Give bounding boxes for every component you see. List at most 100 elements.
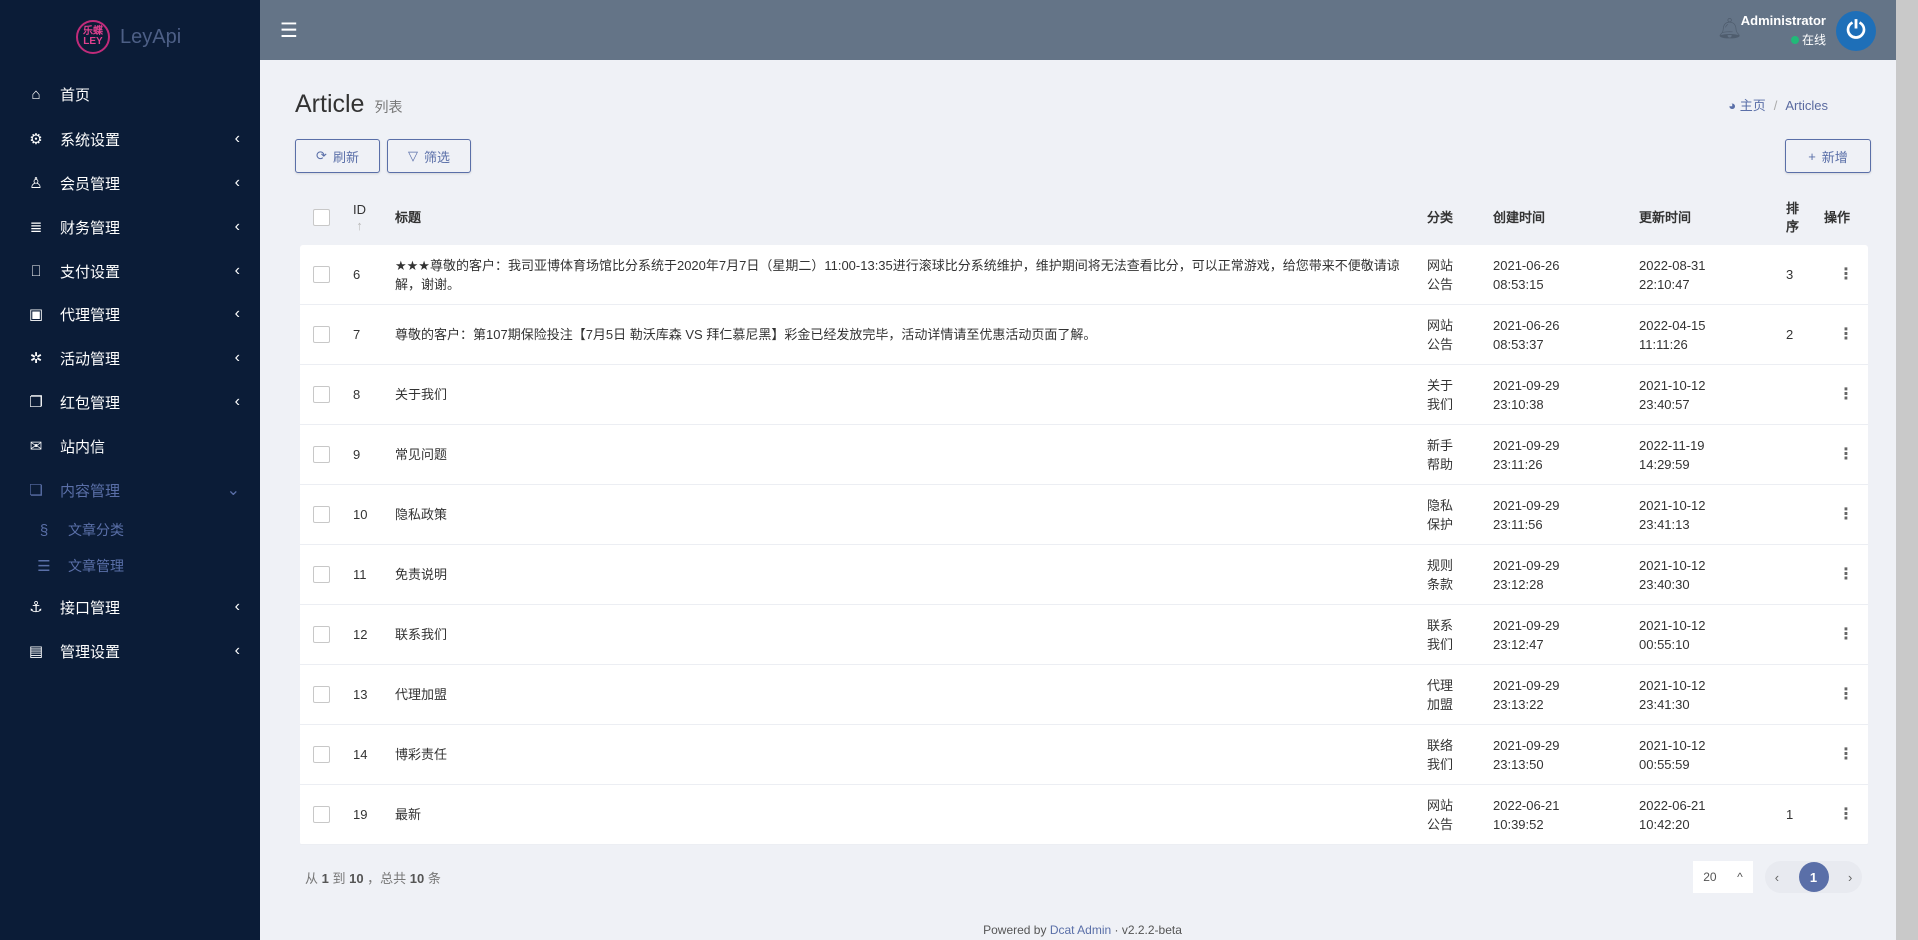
more-actions-icon[interactable]: ⋮	[1838, 245, 1854, 304]
gears-icon: ⚙	[29, 131, 43, 148]
prev-page-button[interactable]: ‹	[1775, 870, 1779, 885]
row-checkbox[interactable]	[313, 446, 330, 463]
row-updated: 2022-11-19 14:29:59	[1639, 437, 1705, 472]
user-panel[interactable]: Administrator 在线	[1741, 13, 1826, 48]
sidebar-item[interactable]: ♙ 会员管理 ‹	[0, 165, 260, 201]
row-title: 免责说明	[395, 567, 448, 582]
version: v2.2.2-beta	[1121, 923, 1182, 937]
chevron-icon: ‹	[234, 393, 240, 410]
table-row: 12 联系我们 联系我们 2021-09-29 23:12:47 2021-10…	[300, 605, 1868, 665]
row-checkbox[interactable]	[313, 806, 330, 823]
filter-icon: ▽	[407, 148, 418, 163]
dashboard-icon: ◕	[1728, 98, 1737, 113]
row-created: 2021-09-29 23:13:22	[1493, 677, 1560, 712]
more-actions-icon[interactable]: ⋮	[1838, 785, 1854, 844]
row-updated: 2021-10-12 00:55:10	[1639, 617, 1706, 652]
table-row: 6 ★★★尊敬的客户：我司亚博体育场馆比分系统于2020年7月7日（星期二）11…	[300, 245, 1868, 305]
row-order: 2	[1786, 327, 1794, 342]
row-id: 12	[353, 627, 368, 642]
plus-icon: +	[1808, 148, 1816, 164]
row-checkbox[interactable]	[313, 626, 330, 643]
more-actions-icon[interactable]: ⋮	[1838, 665, 1854, 724]
create-button[interactable]: + 新增	[1785, 139, 1871, 173]
sidebar-item[interactable]: ☰ 文章管理	[0, 548, 260, 584]
row-id: 13	[353, 687, 368, 702]
sidebar-item[interactable]: ≣ 财务管理 ‹	[0, 209, 260, 245]
row-title: 隐私政策	[395, 507, 448, 522]
next-page-button[interactable]: ›	[1848, 870, 1852, 885]
row-id: 9	[353, 447, 361, 462]
menu-toggle-icon[interactable]: ☰	[280, 18, 298, 43]
user-name: Administrator	[1740, 13, 1826, 28]
row-checkbox[interactable]	[313, 266, 330, 283]
pagination: ‹ 1 ›	[1765, 861, 1862, 893]
row-updated: 2021-10-12 00:55:59	[1639, 737, 1706, 772]
chevron-icon: ‹	[234, 349, 240, 366]
sidebar-item-label: 会员管理	[60, 175, 121, 193]
table-row: 13 代理加盟 代理加盟 2021-09-29 23:13:22 2021-10…	[300, 665, 1868, 725]
table-row: 10 隐私政策 隐私保护 2021-09-29 23:11:56 2021-10…	[300, 485, 1868, 545]
sidebar-item[interactable]: ✲ 活动管理 ‹	[0, 340, 260, 376]
sidebar-item-label: 管理设置	[60, 643, 121, 661]
row-category: 关于我们	[1427, 377, 1454, 412]
avatar[interactable]: ⏻	[1836, 11, 1876, 51]
row-title: ★★★尊敬的客户：我司亚博体育场馆比分系统于2020年7月7日（星期二）11:0…	[395, 257, 1400, 292]
sidebar-item[interactable]: ✉ 站内信	[0, 428, 260, 464]
row-title: 代理加盟	[395, 687, 448, 702]
pinwheel-icon: ✲	[29, 350, 43, 367]
id-column-header[interactable]: ID ↑	[353, 190, 366, 245]
more-actions-icon[interactable]: ⋮	[1838, 425, 1854, 484]
updated-column-header: 更新时间	[1639, 210, 1692, 225]
chevron-icon: ‹	[234, 642, 240, 659]
sidebar-item-label: 站内信	[60, 438, 106, 456]
row-checkbox[interactable]	[313, 566, 330, 583]
more-actions-icon[interactable]: ⋮	[1838, 545, 1854, 604]
refresh-button[interactable]: ⟳ 刷新	[295, 139, 380, 173]
filter-button[interactable]: ▽ 筛选	[387, 139, 471, 173]
sidebar-item[interactable]: ⚓ 接口管理 ‹	[0, 589, 260, 625]
user-icon: ♙	[29, 175, 43, 192]
sidebar-item[interactable]: ⚙ 系统设置 ‹	[0, 121, 260, 157]
sidebar-item[interactable]: ▣ 代理管理 ‹	[0, 296, 260, 332]
more-actions-icon[interactable]: ⋮	[1838, 365, 1854, 424]
sidebar-item[interactable]: ▤ 管理设置 ‹	[0, 633, 260, 669]
sidebar-item[interactable]: ⎕ 支付设置 ‹	[0, 253, 260, 289]
per-page-select[interactable]: 20 ^	[1693, 861, 1753, 893]
more-actions-icon[interactable]: ⋮	[1838, 725, 1854, 784]
home-icon: ⌂	[31, 85, 41, 103]
table-row: 9 常见问题 新手帮助 2021-09-29 23:11:26 2022-11-…	[300, 425, 1868, 485]
page-scrollbar[interactable]	[1896, 0, 1918, 940]
more-actions-icon[interactable]: ⋮	[1838, 305, 1854, 364]
row-category: 隐私保护	[1427, 497, 1454, 532]
table-header: ID ↑ 标题 分类 创建时间 更新时间 排序 操作	[295, 190, 1870, 245]
created-column-header: 创建时间	[1493, 210, 1546, 225]
more-actions-icon[interactable]: ⋮	[1838, 485, 1854, 544]
sidebar-item[interactable]: ⌂ 首页	[0, 76, 260, 112]
row-checkbox[interactable]	[313, 326, 330, 343]
bell-icon[interactable]: 🔔︎	[1717, 16, 1742, 41]
breadcrumb: ◕ 主页 / Articles	[1728, 98, 1828, 113]
row-checkbox[interactable]	[313, 386, 330, 403]
select-all-checkbox[interactable]	[313, 209, 330, 226]
more-actions-icon[interactable]: ⋮	[1838, 605, 1854, 664]
logo[interactable]: 乐蝶 LEY LeyApi	[76, 20, 181, 54]
row-created: 2021-06-26 08:53:37	[1493, 317, 1560, 352]
row-created: 2021-09-29 23:13:50	[1493, 737, 1560, 772]
dcat-admin-link[interactable]: Dcat Admin	[1050, 923, 1111, 937]
row-updated: 2021-10-12 23:41:30	[1639, 677, 1706, 712]
sort-up-icon[interactable]: ↑	[356, 218, 363, 234]
row-created: 2022-06-21 10:39:52	[1493, 797, 1560, 832]
sidebar-item[interactable]: ❏ 内容管理 ⌄	[0, 472, 260, 508]
page-button[interactable]: 1	[1798, 862, 1829, 892]
breadcrumb-home[interactable]: 主页	[1740, 98, 1766, 113]
app-name: LeyApi	[120, 25, 182, 48]
row-id: 10	[353, 507, 368, 522]
row-id: 19	[353, 807, 368, 822]
logo-mark: 乐蝶 LEY	[76, 20, 110, 54]
chevron-icon: ‹	[234, 218, 240, 235]
row-checkbox[interactable]	[313, 506, 330, 523]
row-checkbox[interactable]	[313, 686, 330, 703]
sidebar-item[interactable]: § 文章分类	[0, 512, 260, 548]
row-checkbox[interactable]	[313, 746, 330, 763]
sidebar-item[interactable]: ❐ 红包管理 ‹	[0, 384, 260, 420]
